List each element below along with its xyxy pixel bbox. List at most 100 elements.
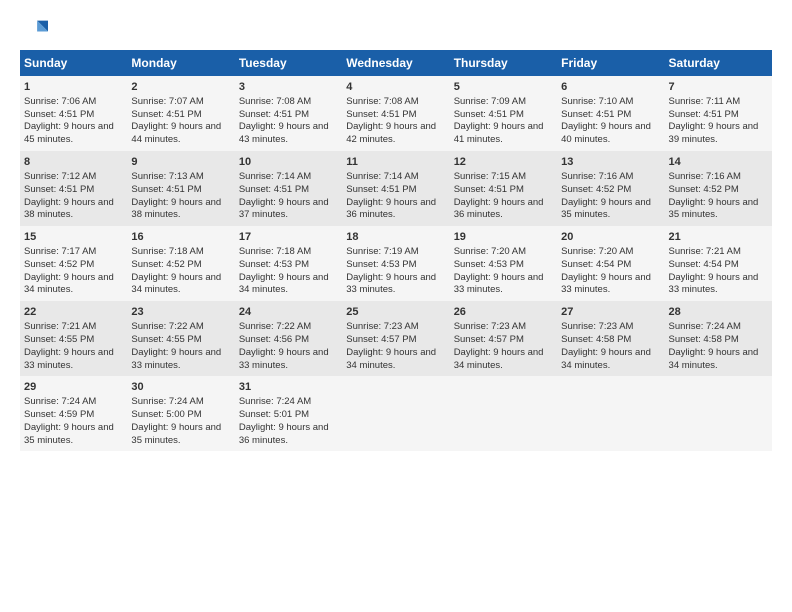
day-number: 14 bbox=[669, 155, 768, 170]
calendar-cell: 28Sunrise: 7:24 AMSunset: 4:58 PMDayligh… bbox=[665, 301, 772, 376]
day-number: 6 bbox=[561, 80, 660, 95]
daylight: Daylight: 9 hours and 34 minutes. bbox=[239, 272, 329, 296]
calendar-cell: 25Sunrise: 7:23 AMSunset: 4:57 PMDayligh… bbox=[342, 301, 449, 376]
week-row-2: 8Sunrise: 7:12 AM Sunset: 4:51 PM Daylight… bbox=[20, 151, 772, 226]
day-number: 27 bbox=[561, 305, 660, 320]
sunrise: Sunrise: 7:14 AM bbox=[346, 171, 418, 182]
day-number: 29 bbox=[24, 380, 123, 395]
calendar-cell: 3Sunrise: 7:08 AMSunset: 4:51 PMDaylight… bbox=[235, 76, 342, 151]
col-header-monday: Monday bbox=[127, 50, 234, 76]
day-number: 17 bbox=[239, 230, 338, 245]
daylight: Daylight: 9 hours and 34 minutes. bbox=[561, 347, 651, 371]
calendar-cell: 11Sunrise: 7:14 AMSunset: 4:51 PMDayligh… bbox=[342, 151, 449, 226]
sunset: Sunset: 4:51 PM bbox=[239, 109, 309, 120]
col-header-tuesday: Tuesday bbox=[235, 50, 342, 76]
calendar-cell: 22Sunrise: 7:21 AMSunset: 4:55 PMDayligh… bbox=[20, 301, 127, 376]
sunrise: Sunrise: 7:19 AM bbox=[346, 246, 418, 257]
sunrise: Sunrise: 7:12 AM bbox=[24, 171, 96, 182]
sunrise: Sunrise: 7:20 AM bbox=[561, 246, 633, 257]
daylight: Daylight: 9 hours and 33 minutes. bbox=[24, 347, 114, 371]
sunrise: Sunrise: 7:17 AM bbox=[24, 246, 96, 257]
daylight: Daylight: 9 hours and 34 minutes. bbox=[454, 347, 544, 371]
sunset: Sunset: 5:01 PM bbox=[239, 409, 309, 420]
calendar-cell: 12Sunrise: 7:15 AMSunset: 4:51 PMDayligh… bbox=[450, 151, 557, 226]
sunset: Sunset: 4:54 PM bbox=[561, 259, 631, 270]
sunset: Sunset: 4:52 PM bbox=[561, 184, 631, 195]
day-number: 4 bbox=[346, 80, 445, 95]
sunrise: Sunrise: 7:16 AM bbox=[669, 171, 741, 182]
day-number: 19 bbox=[454, 230, 553, 245]
daylight: Daylight: 9 hours and 34 minutes. bbox=[24, 272, 114, 296]
calendar-cell: 21Sunrise: 7:21 AMSunset: 4:54 PMDayligh… bbox=[665, 226, 772, 301]
logo bbox=[20, 16, 52, 44]
sunrise: Sunrise: 7:21 AM bbox=[669, 246, 741, 257]
sunset: Sunset: 4:53 PM bbox=[239, 259, 309, 270]
daylight: Daylight: 9 hours and 36 minutes. bbox=[346, 197, 436, 221]
calendar-cell: 16Sunrise: 7:18 AMSunset: 4:52 PMDayligh… bbox=[127, 226, 234, 301]
sunset: Sunset: 4:53 PM bbox=[346, 259, 416, 270]
week-row-5: 29Sunrise: 7:24 AMSunset: 4:59 PMDayligh… bbox=[20, 376, 772, 451]
daylight: Daylight: 9 hours and 44 minutes. bbox=[131, 121, 221, 145]
col-header-thursday: Thursday bbox=[450, 50, 557, 76]
calendar-cell bbox=[557, 376, 664, 451]
sunset: Sunset: 4:51 PM bbox=[239, 184, 309, 195]
sunrise: Sunrise: 7:23 AM bbox=[454, 321, 526, 332]
daylight: Daylight: 9 hours and 33 minutes. bbox=[239, 347, 329, 371]
sunset: Sunset: 4:51 PM bbox=[24, 109, 94, 120]
week-row-4: 22Sunrise: 7:21 AMSunset: 4:55 PMDayligh… bbox=[20, 301, 772, 376]
sunrise: Sunrise: 7:08 AM bbox=[346, 96, 418, 107]
sunset: Sunset: 4:51 PM bbox=[131, 109, 201, 120]
daylight: Daylight: 9 hours and 45 minutes. bbox=[24, 121, 114, 145]
calendar-cell: 8Sunrise: 7:12 AMSunset: 4:51 PMDaylight… bbox=[20, 151, 127, 226]
daylight: Daylight: 9 hours and 35 minutes. bbox=[561, 197, 651, 221]
daylight: Daylight: 9 hours and 38 minutes. bbox=[24, 197, 114, 221]
day-number: 8 bbox=[24, 155, 123, 170]
calendar-cell: 4Sunrise: 7:08 AMSunset: 4:51 PMDaylight… bbox=[342, 76, 449, 151]
sunset: Sunset: 4:58 PM bbox=[561, 334, 631, 345]
day-number: 7 bbox=[669, 80, 768, 95]
col-header-sunday: Sunday bbox=[20, 50, 127, 76]
sunset: Sunset: 4:57 PM bbox=[346, 334, 416, 345]
daylight: Daylight: 9 hours and 39 minutes. bbox=[669, 121, 759, 145]
sunrise: Sunrise: 7:23 AM bbox=[561, 321, 633, 332]
sunrise: Sunrise: 7:14 AM bbox=[239, 171, 311, 182]
calendar-cell bbox=[342, 376, 449, 451]
day-number: 24 bbox=[239, 305, 338, 320]
day-number: 16 bbox=[131, 230, 230, 245]
sunset: Sunset: 4:51 PM bbox=[669, 109, 739, 120]
sunrise: Sunrise: 7:22 AM bbox=[239, 321, 311, 332]
daylight: Daylight: 9 hours and 36 minutes. bbox=[239, 422, 329, 446]
daylight: Daylight: 9 hours and 42 minutes. bbox=[346, 121, 436, 145]
sunrise: Sunrise: 7:08 AM bbox=[239, 96, 311, 107]
day-number: 28 bbox=[669, 305, 768, 320]
sunset: Sunset: 4:55 PM bbox=[131, 334, 201, 345]
day-number: 18 bbox=[346, 230, 445, 245]
calendar-cell: 14Sunrise: 7:16 AMSunset: 4:52 PMDayligh… bbox=[665, 151, 772, 226]
calendar-cell: 6Sunrise: 7:10 AMSunset: 4:51 PMDaylight… bbox=[557, 76, 664, 151]
sunset: Sunset: 4:52 PM bbox=[131, 259, 201, 270]
calendar-cell: 5Sunrise: 7:09 AMSunset: 4:51 PMDaylight… bbox=[450, 76, 557, 151]
sunset: Sunset: 4:51 PM bbox=[454, 184, 524, 195]
sunset: Sunset: 4:51 PM bbox=[131, 184, 201, 195]
daylight: Daylight: 9 hours and 34 minutes. bbox=[131, 272, 221, 296]
sunrise: Sunrise: 7:20 AM bbox=[454, 246, 526, 257]
daylight: Daylight: 9 hours and 35 minutes. bbox=[131, 422, 221, 446]
calendar-cell: 1Sunrise: 7:06 AMSunset: 4:51 PMDaylight… bbox=[20, 76, 127, 151]
calendar-cell: 27Sunrise: 7:23 AM Sunset: 4:58 PM Dayligh… bbox=[557, 301, 664, 376]
daylight: Daylight: 9 hours and 38 minutes. bbox=[131, 197, 221, 221]
header-row-days: SundayMondayTuesdayWednesdayThursdayFrid… bbox=[20, 50, 772, 76]
day-number: 9 bbox=[131, 155, 230, 170]
day-number: 5 bbox=[454, 80, 553, 95]
sunrise: Sunrise: 7:22 AM bbox=[131, 321, 203, 332]
day-number: 23 bbox=[131, 305, 230, 320]
day-number: 21 bbox=[669, 230, 768, 245]
daylight: Daylight: 9 hours and 33 minutes. bbox=[454, 272, 544, 296]
sunset: Sunset: 4:51 PM bbox=[346, 184, 416, 195]
sunrise: Sunrise: 7:21 AM bbox=[24, 321, 96, 332]
sunrise: Sunrise: 7:11 AM bbox=[669, 96, 741, 107]
col-header-wednesday: Wednesday bbox=[342, 50, 449, 76]
sunset: Sunset: 4:53 PM bbox=[454, 259, 524, 270]
calendar-cell: 17Sunrise: 7:18 AMSunset: 4:53 PMDayligh… bbox=[235, 226, 342, 301]
day-number: 26 bbox=[454, 305, 553, 320]
daylight: Daylight: 9 hours and 34 minutes. bbox=[346, 347, 436, 371]
